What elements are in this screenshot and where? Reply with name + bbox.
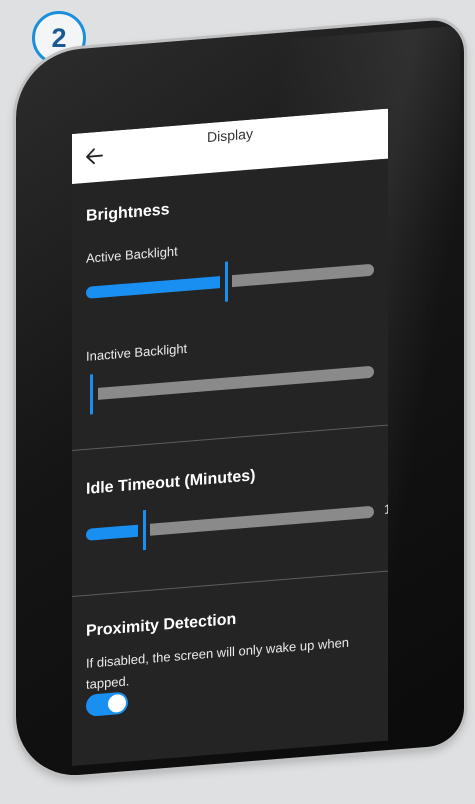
proximity-detection-toggle[interactable]	[86, 691, 128, 717]
brightness-heading: Brightness	[86, 201, 170, 225]
idle-timeout-slider[interactable]: 10	[72, 491, 388, 560]
idle-timeout-value: 10	[384, 500, 388, 517]
idle-timeout-thumb[interactable]	[143, 510, 146, 551]
inactive-backlight-track-remaining	[98, 365, 374, 400]
proximity-detection-heading: Proximity Detection	[86, 610, 237, 640]
inactive-backlight-label: Inactive Backlight	[86, 340, 188, 364]
active-backlight-label: Active Backlight	[86, 243, 178, 266]
section-divider	[72, 570, 388, 597]
idle-timeout-track-filled	[86, 524, 138, 541]
active-backlight-track-filled	[86, 276, 220, 299]
toggle-knob	[108, 693, 126, 714]
idle-timeout-heading: Idle Timeout (Minutes)	[86, 467, 256, 498]
display-settings-screen: Display Brightness Active Backlight 5 In…	[72, 108, 388, 766]
section-divider	[72, 424, 388, 451]
active-backlight-track-remaining	[232, 263, 374, 288]
inactive-backlight-thumb[interactable]	[90, 374, 93, 415]
idle-timeout-track-remaining	[150, 505, 374, 536]
proximity-detection-description: If disabled, the screen will only wake u…	[86, 634, 350, 692]
active-backlight-thumb[interactable]	[225, 261, 228, 302]
